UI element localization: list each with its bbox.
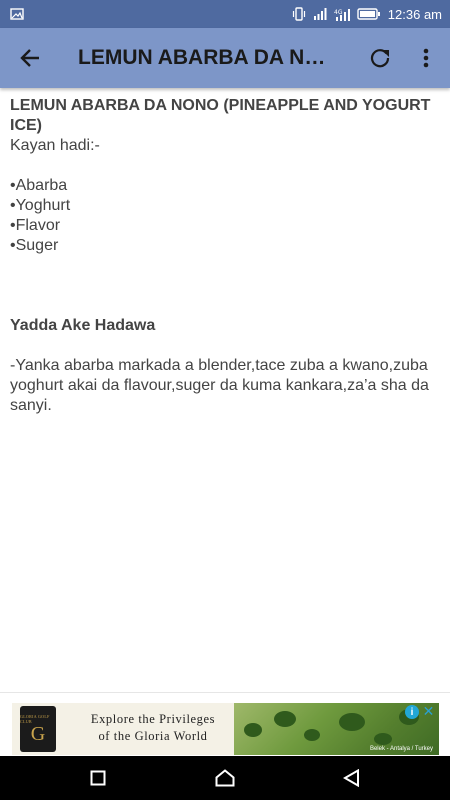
back-triangle-icon — [343, 769, 359, 787]
ingredients-label: Kayan hadi:- — [10, 137, 100, 154]
vibrate-icon — [292, 7, 306, 21]
back-button[interactable] — [0, 28, 60, 88]
ad-text-line-1: Explore the Privileges — [90, 712, 216, 726]
battery-icon — [357, 8, 381, 20]
app-bar: LEMUN ABARBA DA NONO... — [0, 28, 450, 88]
ingredient-item: •Abarba — [10, 177, 68, 194]
ingredient-item: •Flavor — [10, 217, 61, 234]
status-time: 12:36 am — [387, 6, 442, 22]
svg-text:4G: 4G — [334, 9, 343, 16]
back-nav-button[interactable] — [322, 756, 382, 800]
refresh-button[interactable] — [358, 28, 402, 88]
ingredient-item: •Yoghurt — [10, 197, 71, 214]
signal-icon — [313, 8, 327, 20]
status-bar: 4G 12:36 am — [0, 0, 450, 28]
back-arrow-icon — [20, 49, 39, 67]
overflow-menu-button[interactable] — [404, 28, 448, 88]
ad-banner-container: GLORIA GOLF CLUB G Explore the Privilege… — [0, 692, 450, 756]
ad-info-icon[interactable]: i — [405, 705, 419, 719]
refresh-icon — [370, 49, 390, 68]
ingredient-item: •Suger — [10, 237, 59, 254]
ad-close-icon[interactable]: ✕ — [421, 703, 436, 719]
ad-text: Explore the Privileges of the Gloria Wor… — [68, 711, 238, 745]
signal-4g-icon: 4G — [334, 8, 350, 21]
ad-text-line-2: of the Gloria World — [98, 729, 208, 743]
recipe-title: LEMUN ABARBA DA NONO (PINEAPPLE AND YOGU… — [10, 97, 431, 134]
home-button[interactable] — [195, 756, 255, 800]
recipe-content: LEMUN ABARBA DA NONO (PINEAPPLE AND YOGU… — [10, 96, 440, 416]
recents-square-icon — [90, 770, 106, 786]
method-text: -Yanka abarba markada a blender,tace zub… — [10, 357, 429, 414]
more-vert-icon — [423, 48, 429, 68]
page-title: LEMUN ABARBA DA NONO... — [78, 46, 330, 69]
home-icon — [215, 769, 235, 787]
gloria-logo: GLORIA GOLF CLUB G — [20, 706, 56, 752]
ad-banner[interactable]: GLORIA GOLF CLUB G Explore the Privilege… — [12, 703, 439, 755]
system-nav-bar — [0, 756, 450, 800]
method-heading: Yadda Ake Hadawa — [10, 317, 156, 334]
recents-button[interactable] — [68, 756, 128, 800]
ad-caption: Belek - Antalya / Turkey — [369, 746, 433, 752]
image-notification-icon — [10, 8, 24, 20]
